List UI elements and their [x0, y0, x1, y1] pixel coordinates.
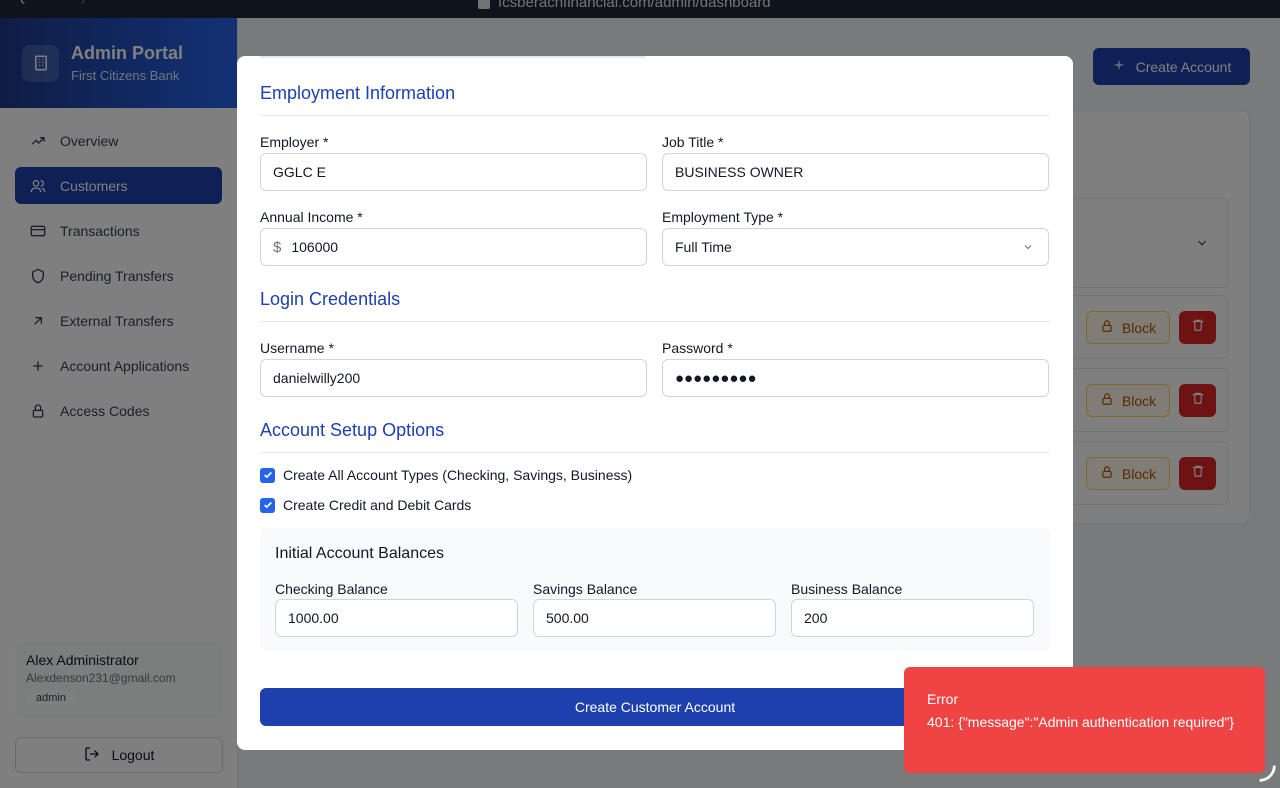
loading-spinner-icon — [1259, 765, 1276, 782]
create-all-types-label: Create All Account Types (Checking, Savi… — [283, 467, 633, 483]
employer-label: Employer * — [260, 134, 329, 150]
checking-balance-field[interactable]: 1000.00 — [275, 599, 518, 637]
checking-balance-label: Checking Balance — [275, 581, 388, 597]
divider — [260, 452, 1050, 453]
business-balance-field[interactable]: 200 — [791, 599, 1034, 637]
password-field[interactable]: ●●●●●●●●● — [662, 359, 1049, 397]
create-customer-modal: Employment Information Employer * GGLC E… — [237, 56, 1073, 750]
employer-value: GGLC E — [273, 164, 326, 180]
savings-balance-field[interactable]: 500.00 — [533, 599, 776, 637]
employment-type-label: Employment Type * — [662, 209, 784, 225]
create-cards-label: Create Credit and Debit Cards — [283, 497, 472, 513]
job-title-field[interactable]: BUSINESS OWNER — [662, 153, 1049, 191]
create-cards-option[interactable]: Create Credit and Debit Cards — [260, 497, 471, 513]
create-all-types-option[interactable]: Create All Account Types (Checking, Savi… — [260, 467, 632, 483]
toast-title: Error — [927, 691, 959, 707]
currency-prefix: $ — [273, 238, 282, 256]
annual-income-value: 106000 — [291, 239, 339, 255]
employer-field[interactable]: GGLC E — [260, 153, 647, 191]
chevron-down-icon — [1022, 240, 1034, 256]
business-balance-label: Business Balance — [791, 581, 903, 597]
username-field[interactable]: danielwilly200 — [260, 359, 647, 397]
username-label: Username * — [260, 340, 334, 356]
scroll-edge — [260, 56, 645, 58]
employment-section-title: Employment Information — [260, 83, 456, 103]
annual-income-field[interactable]: $ 106000 — [260, 228, 647, 266]
checking-balance-value: 1000.00 — [288, 610, 339, 626]
setup-section-title: Account Setup Options — [260, 420, 445, 440]
savings-balance-label: Savings Balance — [533, 581, 638, 597]
checkbox-checked[interactable] — [260, 497, 275, 513]
toast-message: 401: {"message":"Admin authentication re… — [927, 714, 1235, 730]
job-title-value: BUSINESS OWNER — [675, 164, 804, 180]
initial-balances-panel: Initial Account Balances Checking Balanc… — [260, 528, 1050, 651]
password-label: Password * — [662, 340, 733, 356]
password-value: ●●●●●●●●● — [675, 369, 757, 387]
balances-title: Initial Account Balances — [275, 545, 444, 562]
login-section-title: Login Credentials — [260, 289, 401, 309]
username-value: danielwilly200 — [273, 370, 361, 386]
annual-income-label: Annual Income * — [260, 209, 363, 225]
error-toast[interactable]: Error 401: {"message":"Admin authenticat… — [904, 667, 1265, 773]
job-title-label: Job Title * — [662, 134, 724, 150]
divider — [260, 115, 1050, 116]
divider — [260, 321, 1050, 322]
checkbox-checked[interactable] — [260, 467, 275, 483]
savings-balance-value: 500.00 — [546, 610, 589, 626]
employment-type-select[interactable]: Full Time — [662, 228, 1049, 266]
business-balance-value: 200 — [804, 610, 828, 626]
employment-type-value: Full Time — [675, 239, 732, 255]
